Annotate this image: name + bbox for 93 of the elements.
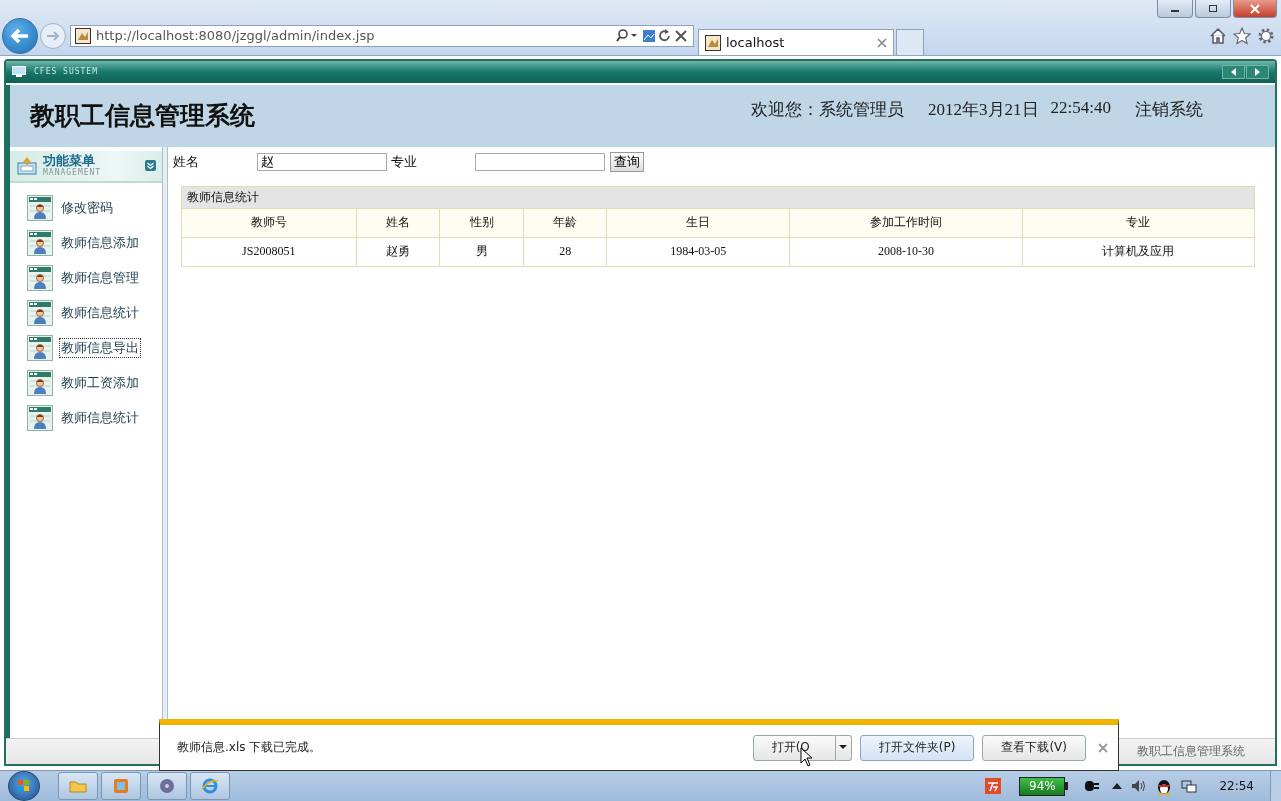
menu-item[interactable]: 教师信息添加 <box>60 233 140 252</box>
folder-icon <box>69 779 87 793</box>
menu-box-icon <box>17 156 37 175</box>
start-button[interactable] <box>8 771 40 801</box>
scroll-right-button[interactable] <box>1246 65 1269 79</box>
clock-text: 22:54 <box>1219 779 1254 793</box>
table-cell: 计算机及应用 <box>1022 237 1255 267</box>
column-header: 姓名 <box>356 208 440 238</box>
search-button[interactable]: 查询 <box>610 151 644 172</box>
user-card-icon <box>27 299 53 326</box>
logo-text: CFES SUSTEM <box>34 67 98 77</box>
user-card-icon <box>27 229 53 256</box>
close-icon[interactable] <box>1098 742 1108 753</box>
table-cell: 2008-10-30 <box>789 237 1023 267</box>
date-text: 2012年3月21日 <box>928 99 1039 122</box>
table-caption: 教师信息统计 <box>181 186 1255 209</box>
close-tab-icon[interactable] <box>877 37 887 48</box>
site-icon <box>75 27 91 44</box>
app-tray-icon[interactable] <box>985 778 1002 794</box>
address-bar[interactable]: http://localhost:8080/jzggl/admin/index.jsp <box>70 24 694 47</box>
monitor-icon <box>12 66 26 78</box>
settings-icon[interactable] <box>1257 26 1275 45</box>
input-field[interactable] <box>475 152 605 171</box>
field-label: 专业 <box>391 152 418 171</box>
left-triangle-icon <box>1230 68 1237 76</box>
caret-icon <box>839 745 848 750</box>
site-icon <box>705 34 721 51</box>
taskbar-button[interactable] <box>147 772 187 800</box>
url-text: http://localhost:8080/jzggl/admin/index.jsp <box>96 28 376 43</box>
compatibility-icon[interactable] <box>641 27 657 44</box>
column-header: 参加工作时间 <box>789 208 1023 238</box>
user-card-icon <box>27 334 53 361</box>
column-header: 专业 <box>1022 208 1255 238</box>
network-icon[interactable] <box>1181 778 1198 794</box>
forward-arrow-icon <box>46 29 60 42</box>
taskbar-button[interactable] <box>101 772 141 800</box>
open-folder-button[interactable]: 打开文件夹(P) <box>859 734 975 761</box>
back-arrow-icon <box>10 26 30 45</box>
table-cell: JS2008051 <box>181 237 357 267</box>
menu-subheading: MANAGEMENT <box>43 169 102 178</box>
menu-heading: 功能菜单 <box>43 154 96 168</box>
browser-tab[interactable]: localhost <box>698 29 894 55</box>
input-field[interactable]: 赵 <box>257 152 387 171</box>
refresh-icon[interactable] <box>657 27 673 44</box>
table-cell: 赵勇 <box>356 237 440 267</box>
maximize-button[interactable] <box>1195 0 1231 18</box>
user-card-icon <box>27 404 53 431</box>
close-button[interactable] <box>1233 0 1277 18</box>
menu-item[interactable]: 教师工资添加 <box>60 373 140 392</box>
stop-icon[interactable] <box>673 27 689 44</box>
taskbar-button[interactable] <box>190 772 230 800</box>
menu-item[interactable]: 修改密码 <box>60 198 114 217</box>
back-button[interactable] <box>2 17 38 54</box>
user-card-icon <box>27 369 53 396</box>
menu-item[interactable]: 教师信息管理 <box>60 268 140 287</box>
welcome-text: 欢迎您：系统管理员 <box>751 99 905 122</box>
maximize-icon <box>1208 4 1218 13</box>
volume-icon[interactable] <box>1131 779 1148 793</box>
column-header: 年龄 <box>523 208 607 238</box>
time-text: 22:54:40 <box>1050 98 1111 120</box>
table-cell: 1984-03-05 <box>606 237 790 267</box>
expand-tray-icon[interactable] <box>1112 783 1123 789</box>
close-icon <box>1249 3 1261 14</box>
search-icon[interactable] <box>615 27 639 44</box>
collapse-icon[interactable] <box>145 160 157 172</box>
browser-icon <box>201 777 219 795</box>
star-icon[interactable] <box>1233 26 1251 45</box>
disc-icon <box>159 778 175 794</box>
column-header: 性别 <box>439 208 524 238</box>
logout-link[interactable]: 注销系统 <box>1135 98 1203 122</box>
open-button[interactable]: 打开(O <box>752 734 836 761</box>
minimize-button[interactable] <box>1157 0 1193 18</box>
column-header: 教师号 <box>181 208 357 238</box>
app-title: 教职工信息管理系统 <box>30 101 255 132</box>
taskbar-button[interactable] <box>58 772 98 800</box>
menu-item[interactable]: 教师信息统计 <box>60 303 140 322</box>
download-message: 教师信息.xls 下载已完成。 <box>177 739 323 756</box>
table-cell: 男 <box>439 237 524 267</box>
window-icon <box>113 778 129 794</box>
scroll-left-button[interactable] <box>1222 65 1245 79</box>
field-label: 姓名 <box>173 152 200 171</box>
penguin-icon[interactable] <box>1156 777 1173 795</box>
power-plug-icon[interactable] <box>1082 779 1101 793</box>
user-card-icon <box>27 194 53 221</box>
menu-item[interactable]: 教师信息导出 <box>60 338 140 357</box>
table-cell: 28 <box>523 237 607 267</box>
home-icon[interactable] <box>1209 26 1227 45</box>
column-header: 生日 <box>606 208 790 238</box>
user-card-icon <box>27 264 53 291</box>
view-downloads-button[interactable]: 查看下载(V) <box>982 734 1086 761</box>
menu-item[interactable]: 教师信息统计 <box>60 408 140 427</box>
right-triangle-icon <box>1254 68 1261 76</box>
status-text: 教职工信息管理系统 <box>1137 743 1245 760</box>
